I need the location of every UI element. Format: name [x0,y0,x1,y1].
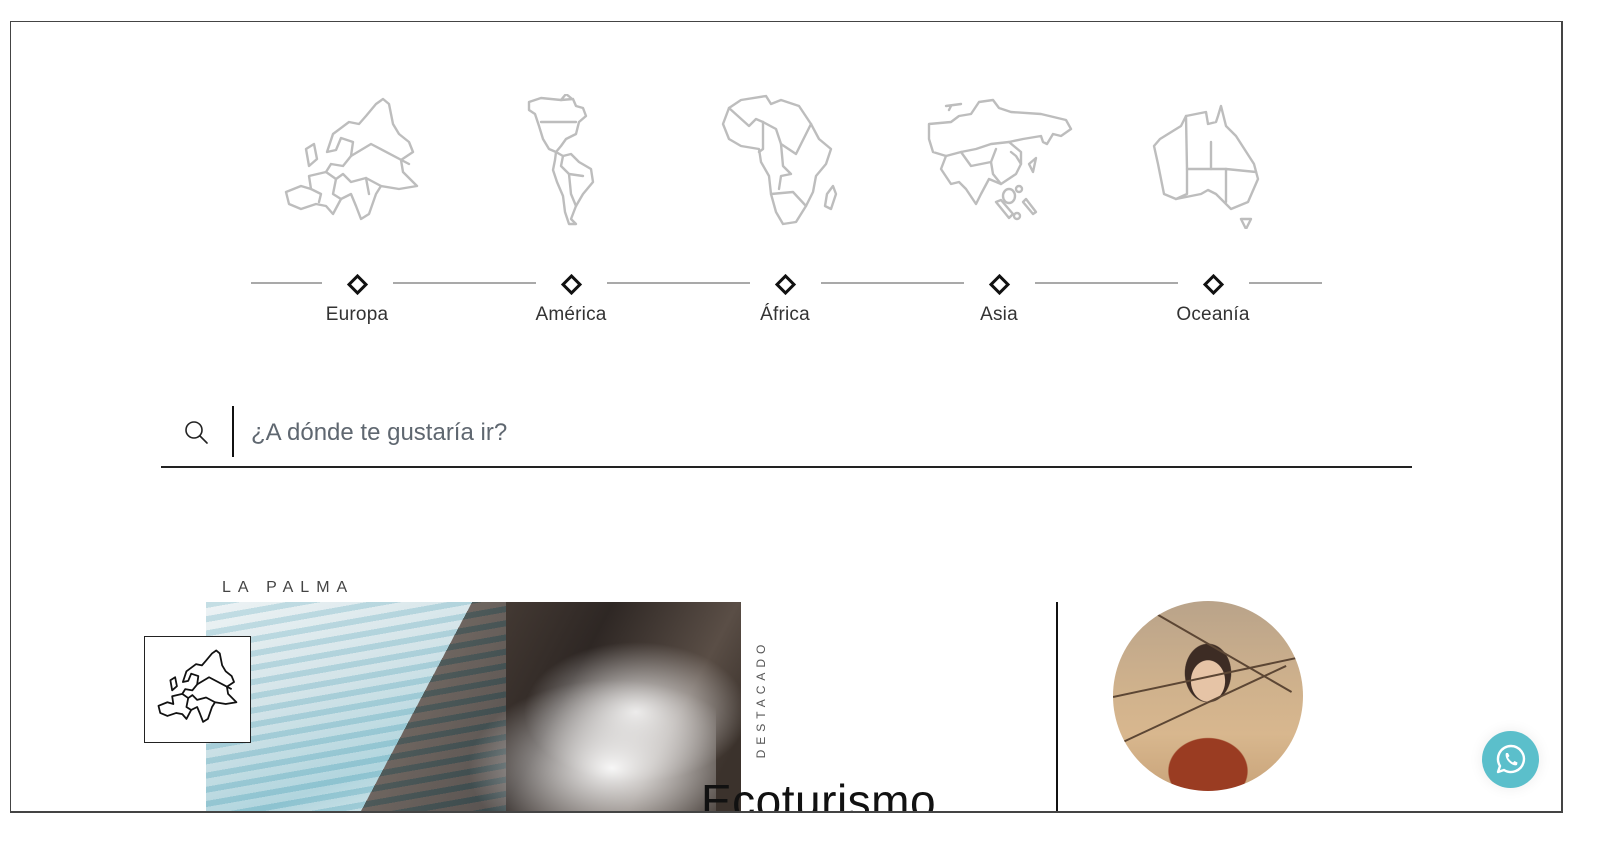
search-input[interactable] [249,410,1373,456]
column-divider [1056,602,1058,811]
search-divider [232,406,234,457]
timeline-line [251,282,322,284]
search-icon[interactable] [184,420,210,446]
featured-post-image[interactable] [206,602,741,811]
continent-badge [144,636,251,743]
america-marker-icon[interactable] [560,273,583,296]
whatsapp-button[interactable] [1482,731,1539,788]
continent-label-america[interactable]: América [491,304,651,326]
europe-map-icon [157,649,238,723]
timeline-line [821,282,964,284]
continent-label-asia[interactable]: Asia [919,304,1079,326]
asia-marker-icon[interactable] [988,273,1011,296]
image-foam-texture [456,672,716,811]
page-frame: Europa América África Asia Oceanía LA PA… [10,21,1563,813]
africa-marker-icon[interactable] [774,273,797,296]
avatar-branch [1152,611,1293,693]
timeline-line [1035,282,1178,284]
continent-label-oceania[interactable]: Oceanía [1133,304,1293,326]
continent-label-europa[interactable]: Europa [277,304,437,326]
author-avatar[interactable] [1113,601,1303,791]
post-location-label: LA PALMA [222,579,355,596]
africa-map-icon[interactable] [721,94,851,229]
timeline-line [1249,282,1322,284]
europa-marker-icon[interactable] [346,273,369,296]
avatar-branch [1113,654,1303,698]
featured-badge: DESTACADO [754,639,768,759]
continent-label-africa[interactable]: África [705,304,865,326]
timeline-line [607,282,750,284]
asia-map-icon[interactable] [921,94,1076,229]
destination-search-bar [161,404,1412,468]
post-title[interactable]: Ecoturismo [701,774,936,811]
oceania-marker-icon[interactable] [1202,273,1225,296]
americas-map-icon[interactable] [521,94,611,229]
oceania-map-icon[interactable] [1146,94,1276,229]
europe-map-icon[interactable] [281,94,431,224]
whatsapp-icon [1496,744,1526,774]
timeline-line [393,282,536,284]
